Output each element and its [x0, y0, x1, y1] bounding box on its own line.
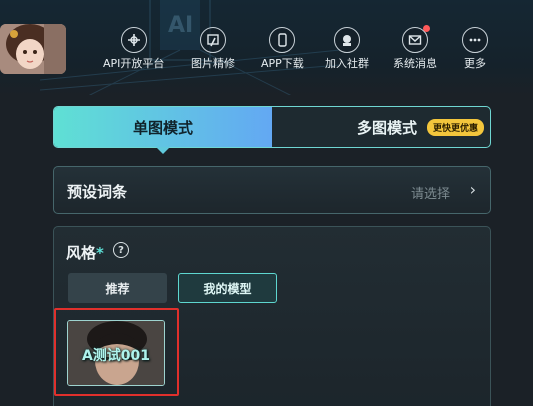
preset-label: 预设词条 [67, 183, 128, 201]
nav-label-community: 加入社群 [325, 57, 369, 70]
style-title-text: 风格 [66, 244, 97, 262]
tab-recommended[interactable]: 推荐 [68, 273, 167, 303]
nav-item-app-download[interactable]: APP下载 [261, 27, 304, 71]
more-icon [462, 27, 488, 53]
tab-recommended-label: 推荐 [105, 281, 130, 296]
nav-item-image-edit[interactable]: 图片精修 [191, 27, 235, 71]
tab-single-image[interactable]: 单图模式 [54, 107, 272, 147]
tab-multi-label: 多图模式 [356, 118, 417, 137]
nav-item-community[interactable]: 加入社群 [325, 27, 369, 71]
avatar[interactable] [0, 24, 66, 74]
preset-placeholder: 请选择 [410, 187, 450, 202]
mode-tabs: 单图模式 多图模式 更快更优惠 [53, 106, 491, 154]
avatar-image [0, 24, 66, 74]
style-title: 风格* [66, 242, 104, 263]
tab-single-label: 单图模式 [132, 118, 193, 137]
tab-my-models[interactable]: 我的模型 [178, 273, 277, 303]
mail-icon [402, 25, 430, 53]
app-page: AI API开放平台 图片精修 APP下载 加入社群 系统消息 更多 单图模式 … [0, 0, 533, 406]
nav-label-more: 更多 [464, 57, 486, 70]
notification-dot [423, 25, 430, 32]
top-banner: AI API开放平台 图片精修 APP下载 加入社群 系统消息 更多 [0, 0, 533, 95]
image-edit-icon [200, 27, 226, 53]
help-icon[interactable]: ? [113, 242, 129, 258]
chevron-right-icon: › [469, 180, 476, 199]
tab-my-models-label: 我的模型 [203, 281, 252, 296]
style-panel: 风格* ? 推荐 我的模型 A测试001 [53, 226, 491, 406]
nav-item-messages[interactable]: 系统消息 [393, 25, 437, 71]
nav-label-image-edit: 图片精修 [191, 57, 235, 70]
active-tab-caret [156, 147, 170, 154]
phone-icon [269, 27, 296, 53]
nav-label-app-download: APP下载 [261, 57, 304, 70]
model-name: A测试001 [81, 348, 151, 364]
model-card[interactable]: A测试001 [67, 320, 165, 386]
preset-selector[interactable]: 预设词条 请选择 › [53, 166, 491, 214]
svg-text:AI: AI [168, 13, 193, 38]
api-icon [120, 27, 147, 53]
nav-item-more[interactable]: 更多 [462, 27, 488, 71]
nav-label-messages: 系统消息 [393, 57, 437, 70]
nav-label-api: API开放平台 [103, 57, 165, 70]
community-icon [334, 27, 360, 53]
promo-badge: 更快更优惠 [426, 118, 484, 136]
nav-item-api[interactable]: API开放平台 [103, 27, 164, 71]
tab-multi-image[interactable]: 多图模式 更快更优惠 [272, 107, 490, 147]
required-asterisk: * [96, 244, 104, 262]
